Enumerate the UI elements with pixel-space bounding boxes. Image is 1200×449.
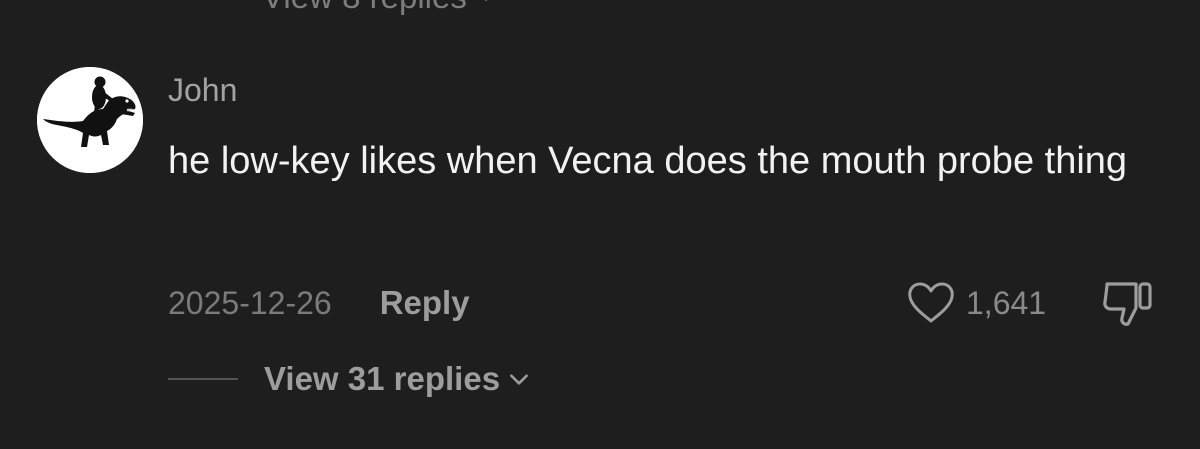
comment-thread: View 8 replies John he low-key likes w — [0, 0, 1200, 449]
thumbs-down-icon[interactable] — [1100, 278, 1156, 330]
comment-meta-row: 2025-12-26 Reply — [168, 280, 470, 326]
chevron-down-icon — [484, 0, 488, 1]
view-replies-label: View 31 replies — [264, 360, 501, 397]
dinosaur-rider-avatar-icon — [37, 67, 143, 173]
comment-username[interactable]: John — [168, 72, 237, 109]
replies-divider — [168, 378, 238, 380]
reply-button[interactable]: Reply — [380, 284, 470, 322]
comment-date: 2025-12-26 — [168, 284, 332, 321]
previous-view-replies-label: View 8 replies — [262, 0, 467, 16]
chevron-down-icon — [510, 374, 528, 385]
like-count: 1,641 — [966, 284, 1047, 321]
comment-text: he low-key likes when Vecna does the mou… — [168, 140, 1128, 182]
avatar[interactable] — [37, 67, 143, 173]
view-replies-button[interactable]: View 31 replies — [168, 356, 532, 402]
previous-view-replies-button[interactable]: View 8 replies — [262, 0, 497, 16]
like-button[interactable]: 1,641 — [906, 280, 1046, 326]
heart-icon — [908, 282, 954, 323]
